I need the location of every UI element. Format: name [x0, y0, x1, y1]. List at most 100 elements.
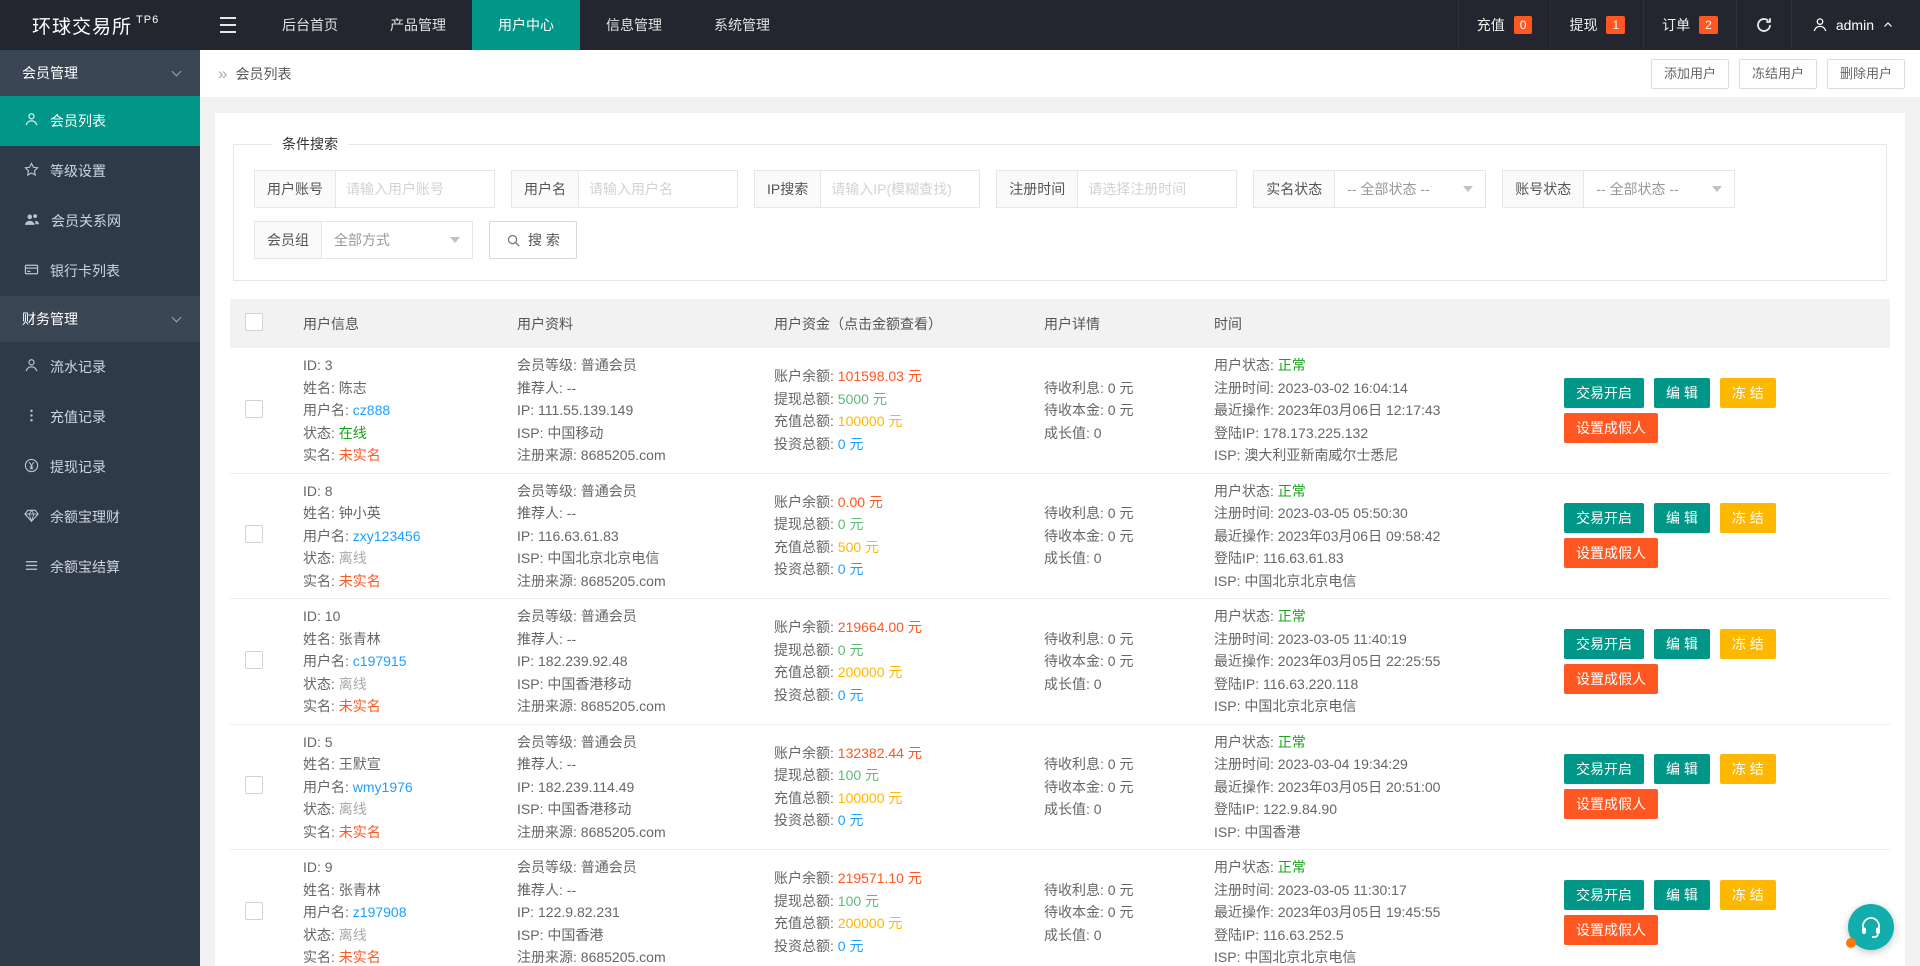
refresh-button[interactable] [1735, 0, 1791, 50]
page-action-3[interactable]: 删除用户 [1826, 58, 1905, 89]
设置成假人-button[interactable]: 设置成假人 [1564, 789, 1658, 820]
value-投资总额[interactable]: 0 元 [838, 812, 864, 828]
value-账户余额[interactable]: 0.00 元 [838, 494, 883, 510]
value-姓名: 王默宣 [338, 756, 381, 772]
value-提现总额[interactable]: 100 元 [838, 893, 879, 909]
search-input-用户账号[interactable] [336, 171, 494, 207]
sidebar-group-1[interactable]: 会员管理 [0, 50, 200, 96]
row-checkbox[interactable] [245, 650, 263, 669]
row-checkbox[interactable] [245, 525, 263, 544]
nav-counter-3[interactable]: 订单 2 [1643, 0, 1736, 50]
customer-service-fab[interactable] [1846, 904, 1894, 950]
sidebar-item-等级设置[interactable]: 等级设置 [0, 146, 200, 196]
select-实名状态[interactable]: -- 全部状态 -- [1335, 171, 1485, 207]
编 辑-button[interactable]: 编 辑 [1654, 879, 1710, 910]
交易开启-button[interactable]: 交易开启 [1564, 879, 1644, 910]
user-funds-cell: 账户余额: 219571.10 元提现总额: 100 元充值总额: 200000… [759, 849, 1029, 966]
value-投资总额[interactable]: 0 元 [838, 938, 864, 954]
sidebar-item-流水记录[interactable]: 流水记录 [0, 342, 200, 392]
value-待收本金: 0 元 [1107, 402, 1134, 418]
sidebar-group-2[interactable]: 财务管理 [0, 296, 200, 342]
value-账户余额[interactable]: 132382.44 元 [838, 745, 922, 761]
sidebar-item-余额宝理财[interactable]: 余额宝理财 [0, 492, 200, 542]
value-提现总额[interactable]: 100 元 [838, 767, 879, 783]
value-充值总额[interactable]: 100000 元 [838, 790, 903, 806]
field-投资总额: 投资总额: 0 元 [774, 435, 864, 452]
nav-item-5[interactable]: 系统管理 [688, 0, 796, 50]
value-提现总额[interactable]: 5000 元 [838, 391, 887, 407]
设置成假人-button[interactable]: 设置成假人 [1564, 663, 1658, 694]
sidebar-item-会员关系网[interactable]: 会员关系网 [0, 196, 200, 246]
value-用户名[interactable]: cz888 [353, 402, 390, 418]
冻 结-button[interactable]: 冻 结 [1719, 503, 1776, 534]
value-充值总额[interactable]: 100000 元 [838, 413, 903, 429]
search-input-注册时间[interactable] [1078, 171, 1237, 207]
冻 结-button[interactable]: 冻 结 [1719, 377, 1776, 408]
value-用户名[interactable]: z197908 [353, 904, 407, 920]
row-checkbox[interactable] [245, 776, 263, 795]
row-checkbox[interactable] [245, 901, 263, 920]
nav-item-4[interactable]: 信息管理 [580, 0, 688, 50]
actions-cell: 交易开启编 辑冻 结设置成假人 [1549, 849, 1890, 966]
value-用户名[interactable]: c197915 [353, 653, 407, 669]
page-action-1[interactable]: 添加用户 [1650, 58, 1729, 89]
nav-item-3[interactable]: 用户中心 [472, 0, 580, 50]
sidebar-toggle-icon[interactable] [200, 0, 256, 50]
设置成假人-button[interactable]: 设置成假人 [1564, 914, 1658, 945]
chevron-down-icon [1463, 186, 1474, 192]
nav-item-1[interactable]: 后台首页 [256, 0, 364, 50]
search-input-用户名[interactable] [579, 171, 737, 207]
冻 结-button[interactable]: 冻 结 [1719, 754, 1776, 785]
sidebar-item-余额宝结算[interactable]: 余额宝结算 [0, 542, 200, 592]
row-checkbox[interactable] [245, 399, 263, 418]
field-状态: 状态: 离线 [303, 550, 367, 566]
冻 结-button[interactable]: 冻 结 [1719, 879, 1776, 910]
value-充值总额[interactable]: 500 元 [838, 539, 879, 555]
field-姓名: 姓名: 王默宣 [303, 756, 381, 772]
table-row: ID: 8 姓名: 钟小英 用户名: zxy123456 状态: 离线 实名: 未实名 会… [230, 473, 1890, 599]
value-待收利息: 0 元 [1107, 630, 1134, 647]
field-状态: 状态: 离线 [303, 801, 367, 817]
value-注册时间: 2023-03-02 16:04:14 [1277, 379, 1408, 396]
value-投资总额[interactable]: 0 元 [838, 561, 864, 577]
value-待收利息: 0 元 [1107, 756, 1134, 772]
编 辑-button[interactable]: 编 辑 [1654, 503, 1710, 534]
sidebar-item-充值记录[interactable]: 充值记录 [0, 392, 200, 442]
value-用户名[interactable]: wmy1976 [353, 779, 413, 795]
value-提现总额[interactable]: 0 元 [838, 516, 864, 532]
sidebar-item-银行卡列表[interactable]: 银行卡列表 [0, 246, 200, 296]
search-button[interactable]: 搜 索 [489, 221, 577, 259]
设置成假人-button[interactable]: 设置成假人 [1564, 538, 1658, 569]
search-input-IP搜索[interactable] [821, 171, 980, 207]
value-用户名[interactable]: zxy123456 [353, 528, 421, 544]
sidebar-item-提现记录[interactable]: 提现记录 [0, 442, 200, 492]
select-会员组[interactable]: 全部方式 [322, 222, 472, 258]
value-账户余额[interactable]: 219571.10 元 [838, 870, 922, 886]
column-header-6 [1549, 299, 1890, 348]
admin-menu[interactable]: admin [1790, 0, 1920, 50]
value-提现总额[interactable]: 0 元 [838, 642, 864, 658]
value-账户余额[interactable]: 101598.03 元 [838, 368, 922, 384]
nav-counter-1[interactable]: 充值 0 [1457, 0, 1551, 50]
编 辑-button[interactable]: 编 辑 [1654, 754, 1710, 785]
value-投资总额[interactable]: 0 元 [838, 687, 864, 703]
设置成假人-button[interactable]: 设置成假人 [1564, 412, 1658, 443]
nav-item-2[interactable]: 产品管理 [364, 0, 472, 50]
page-action-2[interactable]: 冻结用户 [1738, 58, 1817, 89]
select-all-checkbox[interactable] [245, 313, 263, 331]
value-账户余额[interactable]: 219664.00 元 [838, 619, 922, 635]
value-充值总额[interactable]: 200000 元 [838, 664, 903, 680]
交易开启-button[interactable]: 交易开启 [1564, 377, 1644, 408]
交易开启-button[interactable]: 交易开启 [1564, 503, 1644, 534]
nav-counter-2[interactable]: 提现 1 [1550, 0, 1643, 50]
冻 结-button[interactable]: 冻 结 [1719, 628, 1776, 659]
交易开启-button[interactable]: 交易开启 [1564, 628, 1644, 659]
value-充值总额[interactable]: 200000 元 [838, 915, 903, 931]
select-账号状态[interactable]: -- 全部状态 -- [1584, 171, 1734, 207]
交易开启-button[interactable]: 交易开启 [1564, 754, 1644, 785]
field-待收本金: 待收本金: 0 元 [1044, 778, 1134, 795]
value-投资总额[interactable]: 0 元 [838, 436, 864, 452]
编 辑-button[interactable]: 编 辑 [1654, 377, 1710, 408]
sidebar-item-会员列表[interactable]: 会员列表 [0, 96, 200, 146]
编 辑-button[interactable]: 编 辑 [1654, 628, 1710, 659]
